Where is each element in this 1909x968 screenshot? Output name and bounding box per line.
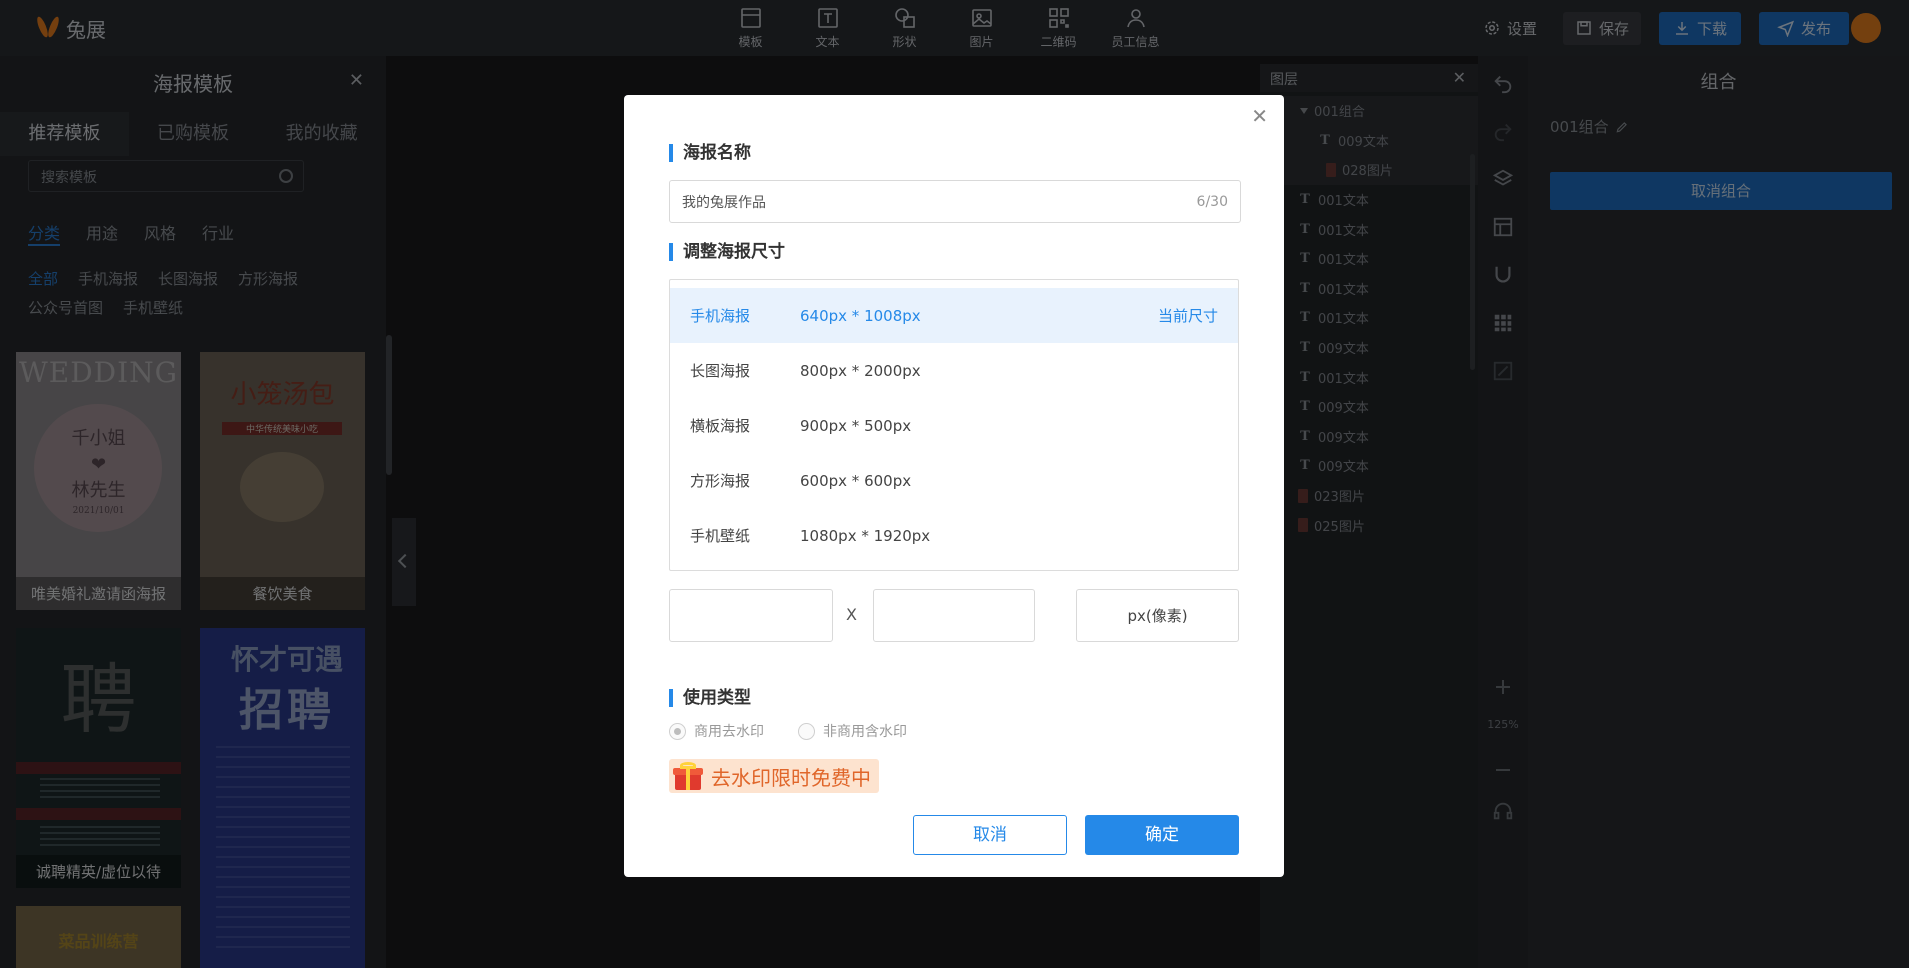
width-input[interactable] <box>669 589 833 642</box>
size-option-long-poster[interactable]: 长图海报 800px * 2000px <box>670 343 1238 398</box>
char-count: 6/30 <box>1196 193 1228 210</box>
radio-noncommercial[interactable]: 非商用含水印 <box>798 721 907 741</box>
size-option-phone-wallpaper[interactable]: 手机壁纸 1080px * 1920px <box>670 508 1238 563</box>
poster-name-input[interactable]: 我的兔展作品 6/30 <box>669 180 1241 223</box>
usage-section-title: 使用类型 <box>669 689 751 707</box>
gift-icon <box>673 762 703 790</box>
size-section-title: 调整海报尺寸 <box>669 243 785 261</box>
name-section-title: 海报名称 <box>669 144 751 162</box>
dimension-separator: X <box>846 605 857 624</box>
radio-dot[interactable] <box>798 722 815 740</box>
size-option-landscape-poster[interactable]: 横板海报 900px * 500px <box>670 398 1238 453</box>
poster-settings-dialog: ✕ 海报名称 我的兔展作品 6/30 调整海报尺寸 手机海报 640px * 1… <box>624 95 1284 877</box>
size-option-phone-poster[interactable]: 手机海报 640px * 1008px 当前尺寸 <box>670 288 1238 343</box>
usage-type-radios: 商用去水印 非商用含水印 <box>669 721 907 741</box>
cancel-button[interactable]: 取消 <box>913 815 1067 855</box>
size-option-square-poster[interactable]: 方形海报 600px * 600px <box>670 453 1238 508</box>
close-icon[interactable]: ✕ <box>1251 105 1268 127</box>
radio-commercial[interactable]: 商用去水印 <box>669 721 764 741</box>
current-size-badge: 当前尺寸 <box>1157 307 1218 325</box>
confirm-button[interactable]: 确定 <box>1085 815 1239 855</box>
radio-dot[interactable] <box>669 722 686 740</box>
watermark-promo-banner: 去水印限时免费中 <box>669 759 879 793</box>
height-input[interactable] <box>873 589 1035 642</box>
size-option-list: 手机海报 640px * 1008px 当前尺寸 长图海报 800px * 20… <box>669 279 1239 571</box>
unit-select[interactable]: px(像素) <box>1076 589 1239 642</box>
poster-name-value: 我的兔展作品 <box>682 194 766 211</box>
